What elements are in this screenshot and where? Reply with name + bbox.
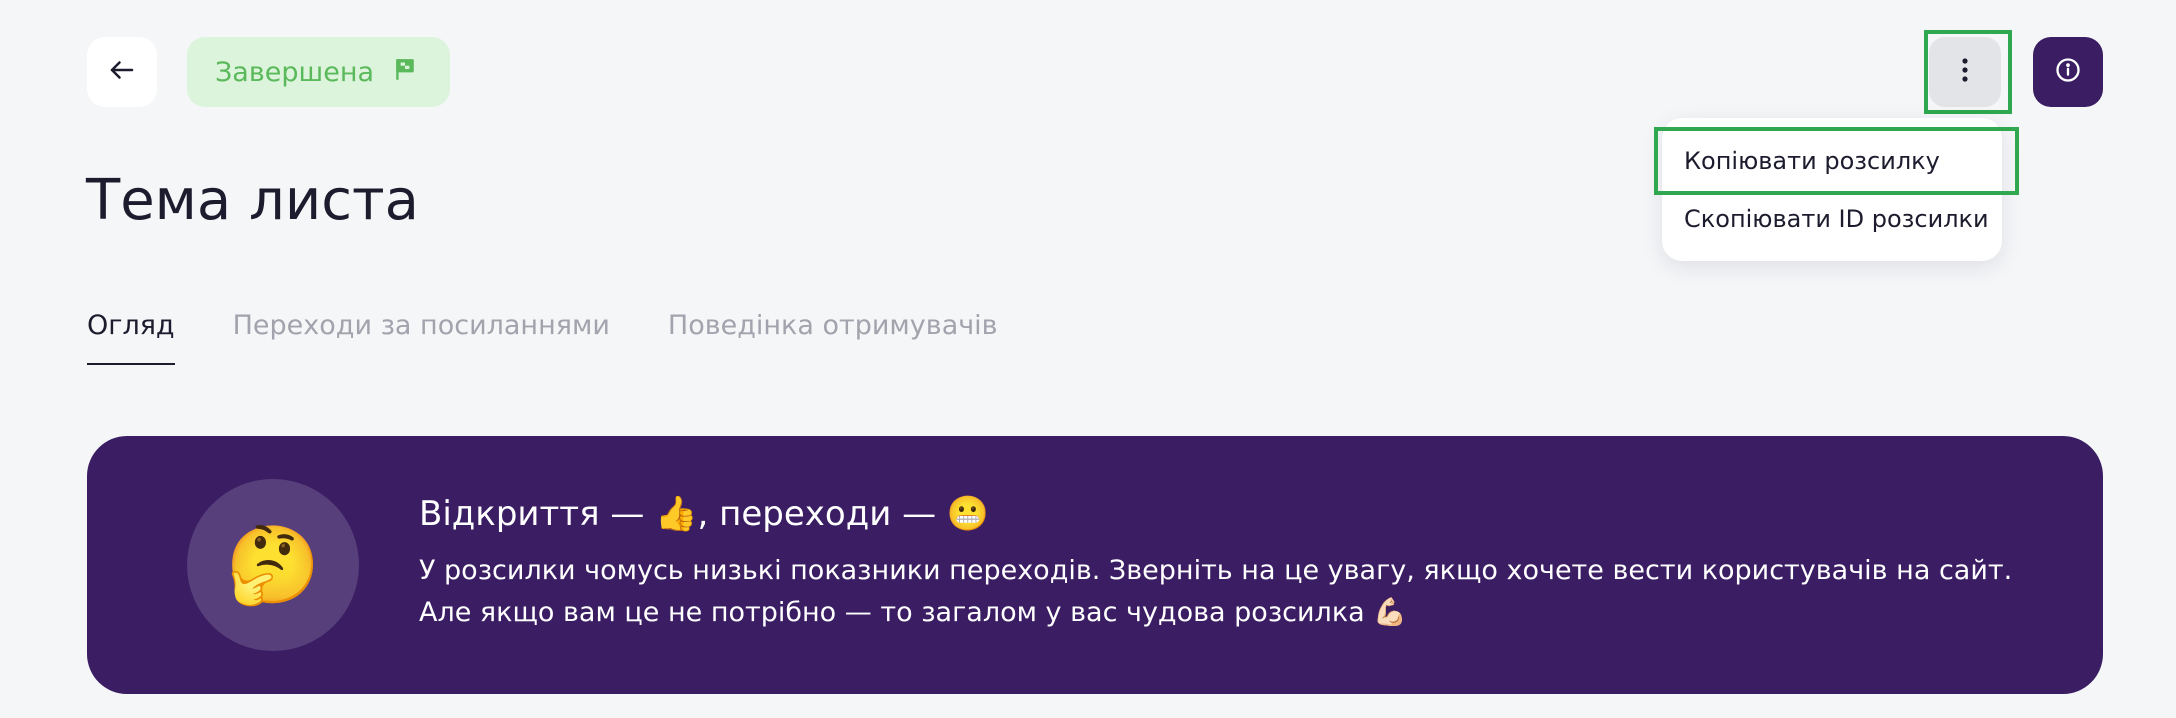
info-button[interactable] <box>2033 37 2103 107</box>
flag-icon <box>392 56 418 89</box>
page-title: Тема листа <box>86 168 419 233</box>
insight-banner: 🤔 Відкриття — 👍, переходи — 😬 У розсилки… <box>87 436 2103 694</box>
status-badge: Завершена <box>187 37 451 107</box>
tab-recipient-behavior[interactable]: Поведінка отримувачів <box>668 310 998 365</box>
banner-line-2: Але якщо вам це не потрібно — то загалом… <box>419 597 1407 628</box>
banner-text: Відкриття — 👍, переходи — 😬 У розсилки ч… <box>419 494 2012 634</box>
banner-line-1: У розсилки чомусь низькі показники перех… <box>419 555 2013 586</box>
tab-bar: Огляд Переходи за посиланнями Поведінка … <box>87 310 998 365</box>
menu-item-copy-campaign-id[interactable]: Скопіювати ID розсилки <box>1662 190 2002 248</box>
back-button[interactable] <box>87 37 157 107</box>
arrow-left-icon <box>107 55 137 89</box>
status-label: Завершена <box>215 56 375 88</box>
tab-link-clicks[interactable]: Переходи за посиланнями <box>233 310 610 365</box>
more-options-dropdown: Копіювати розсилку Скопіювати ID розсилк… <box>1662 118 2002 261</box>
more-options-button[interactable] <box>1929 37 2001 107</box>
banner-heading: Відкриття — 👍, переходи — 😬 <box>419 494 990 534</box>
banner-emoji: 🤔 <box>225 520 321 609</box>
more-vertical-icon <box>1960 57 1970 87</box>
tab-overview[interactable]: Огляд <box>87 310 175 365</box>
menu-item-copy-campaign[interactable]: Копіювати розсилку <box>1662 132 2002 190</box>
info-circle-icon <box>2054 56 2082 88</box>
thinking-face-icon: 🤔 <box>187 479 359 651</box>
